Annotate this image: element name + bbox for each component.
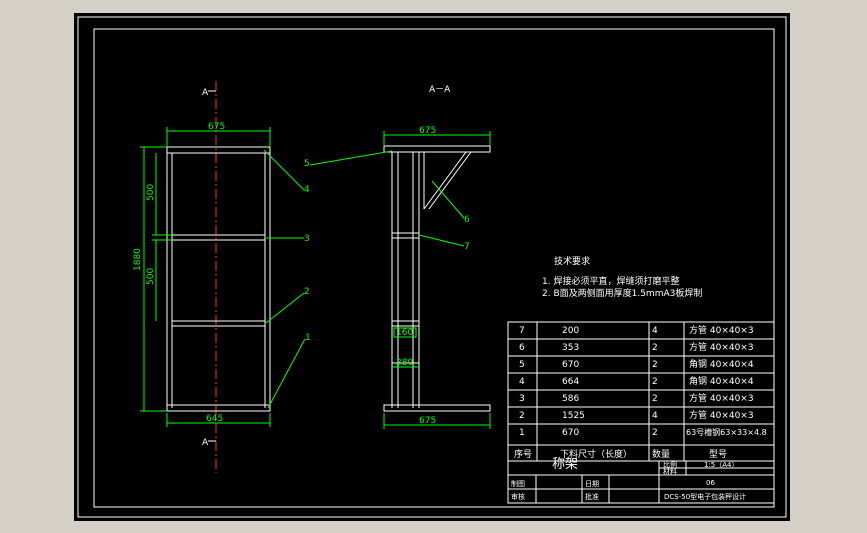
front-dim-upper: 500 — [146, 184, 156, 201]
date-label: 日期 — [585, 480, 599, 488]
bom-header-no: 序号 — [514, 448, 532, 460]
bom-qty: 4 — [652, 326, 658, 336]
bom-row: 7 200 4 方管 40×40×3 — [519, 324, 754, 336]
bom-header-spec: 型号 — [709, 449, 727, 460]
bom-no: 6 — [519, 343, 525, 353]
bom-qty: 2 — [652, 360, 658, 370]
bom-spec: 角钢 40×40×4 — [689, 375, 754, 387]
section-title: A－A — [429, 85, 451, 95]
bom-no: 7 — [519, 326, 525, 336]
bom-qty: 2 — [652, 394, 658, 404]
drawing-code: 06 — [706, 479, 715, 487]
bom-length: 1525 — [562, 411, 585, 421]
bom-row: 5 670 2 角钢 40×40×4 — [519, 358, 754, 370]
bom-qty: 2 — [652, 377, 658, 387]
material-label: 材料 — [663, 467, 677, 476]
bom-row: 6 353 2 方管 40×40×3 — [519, 341, 754, 353]
section-dim-280: 280 — [396, 358, 413, 368]
drawing-canvas[interactable]: A A 675 645 1880 500 500 4 3 2 1 A－A 675… — [74, 13, 790, 521]
approve-label: 批准 — [585, 492, 599, 501]
front-section-marker-bottom: A — [202, 438, 209, 448]
drawing-name: 称架 — [552, 457, 578, 472]
bom-length: 670 — [562, 428, 579, 438]
bom-length: 200 — [562, 326, 579, 336]
section-dim-top: 675 — [419, 126, 436, 136]
front-view: A A 675 645 1880 500 500 4 3 2 1 — [133, 81, 311, 473]
project-name: DCS-50型电子包装秤设计 — [664, 492, 746, 501]
front-dim-bottom: 645 — [206, 414, 223, 424]
bom-length: 670 — [562, 360, 579, 370]
cad-viewport[interactable]: A A 675 645 1880 500 500 4 3 2 1 A－A 675… — [0, 0, 867, 533]
bom-row: 1 670 2 63号槽钢63×33×4.8 — [519, 427, 767, 438]
callout-2: 2 — [304, 287, 310, 297]
bom-row: 2 1525 4 方管 40×40×3 — [519, 409, 754, 421]
title-block: 序号 下料尺寸（长度） 数量 型号 称架 比例 1:5（A4） 材料 制图 日期… — [507, 444, 775, 504]
bom-no: 4 — [519, 377, 525, 387]
callout-4: 4 — [304, 185, 310, 195]
bom-spec: 方管 40×40×3 — [689, 341, 754, 353]
front-dim-height: 1880 — [133, 248, 143, 271]
drawn-label: 制图 — [511, 479, 525, 488]
bom-qty: 2 — [652, 428, 658, 438]
bom-length: 586 — [562, 394, 579, 404]
bom-qty: 2 — [652, 343, 658, 353]
section-dim-bottom: 675 — [419, 416, 436, 426]
bom-spec: 角钢 40×40×4 — [689, 358, 754, 370]
bom-header-qty: 数量 — [652, 448, 670, 460]
bom-no: 5 — [519, 360, 525, 370]
callout-7: 7 — [464, 242, 470, 252]
tech-notes: 技术要求 1. 焊接必须平直，焊缝须打磨平整 2. B面及两侧面用厚度1.5mm… — [542, 255, 702, 299]
front-dim-top: 675 — [208, 122, 225, 132]
bom-length: 664 — [562, 377, 579, 387]
bom-spec: 方管 40×40×3 — [689, 409, 754, 421]
section-view: A－A 675 675 160 280 5 6 7 — [304, 85, 491, 429]
bom-no: 1 — [519, 428, 525, 438]
section-dim-160: 160 — [396, 328, 413, 338]
front-section-marker-top: A — [202, 88, 209, 98]
drawing-svg: A A 675 645 1880 500 500 4 3 2 1 A－A 675… — [77, 16, 787, 518]
front-dim-lower: 500 — [146, 268, 156, 285]
bom-no: 2 — [519, 411, 525, 421]
callout-1: 1 — [305, 333, 311, 343]
tech-notes-line2: 2. B面及两侧面用厚度1.5mmA3板焊制 — [542, 287, 702, 299]
bom-row: 3 586 2 方管 40×40×3 — [519, 392, 754, 404]
callout-5: 5 — [304, 159, 310, 169]
bom-length: 353 — [562, 343, 579, 353]
tech-notes-line1: 1. 焊接必须平直，焊缝须打磨平整 — [542, 275, 679, 287]
tech-notes-heading: 技术要求 — [554, 255, 590, 267]
bom-spec: 方管 40×40×3 — [689, 324, 754, 336]
check-label: 审核 — [511, 492, 525, 501]
bom-spec: 63号槽钢63×33×4.8 — [686, 427, 767, 437]
bom-table: 7 200 4 方管 40×40×3 6 353 2 方管 40×40×3 5 … — [507, 321, 775, 446]
bom-no: 3 — [519, 394, 525, 404]
inner-frame — [93, 28, 775, 508]
callout-6: 6 — [464, 215, 470, 225]
scale-value: 1:5（A4） — [704, 461, 739, 469]
bom-row: 4 664 2 角钢 40×40×4 — [519, 375, 754, 387]
bom-spec: 方管 40×40×3 — [689, 392, 754, 404]
callout-3: 3 — [304, 234, 310, 244]
bom-qty: 4 — [652, 411, 658, 421]
